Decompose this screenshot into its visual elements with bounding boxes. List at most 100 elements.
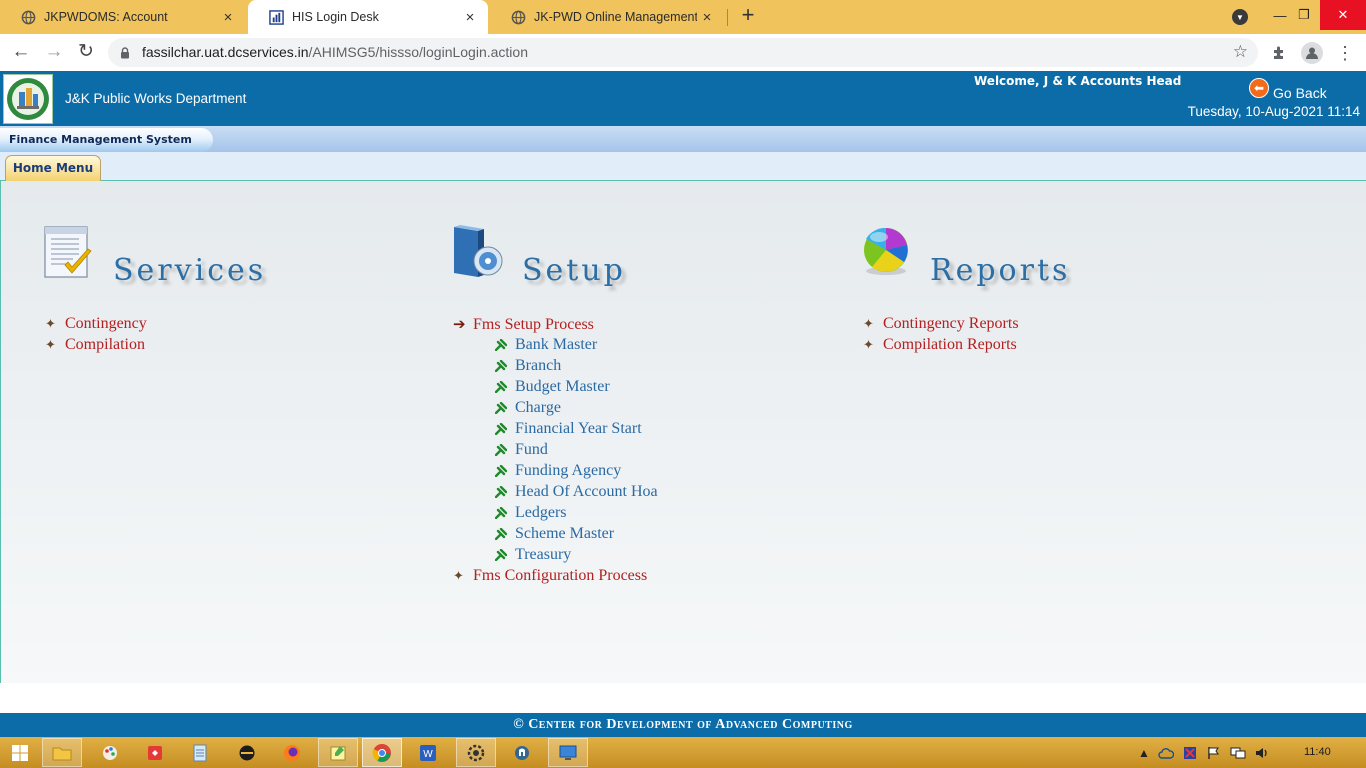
notepad-icon[interactable] — [180, 738, 220, 767]
anydesk-icon[interactable] — [135, 738, 175, 767]
pin-bullet-icon — [494, 359, 515, 373]
reports-title: Reports — [930, 253, 1071, 288]
paint-app-icon[interactable] — [90, 738, 130, 767]
submenu-item-label[interactable]: Head Of Account Hoa — [515, 483, 658, 501]
menu-item-label[interactable]: Compilation Reports — [883, 336, 1017, 354]
extensions-puzzle-icon[interactable] — [1268, 42, 1290, 64]
menu-item-label[interactable]: Contingency — [65, 315, 147, 333]
submenu-item-label[interactable]: Scheme Master — [515, 525, 614, 543]
menu-item-contingency-reports[interactable]: ✦ Contingency Reports — [863, 315, 1019, 333]
menu-item-label[interactable]: Contingency Reports — [883, 315, 1019, 333]
back-arrow-circle-icon[interactable]: ⬅ — [1249, 78, 1269, 98]
remote-desktop-icon[interactable] — [548, 738, 588, 767]
action-center-flag-icon[interactable] — [1206, 745, 1222, 761]
system-bar: Finance Management System — [0, 126, 1366, 152]
close-window-button[interactable]: ✕ — [1320, 0, 1366, 30]
firefox-icon[interactable] — [272, 738, 312, 767]
services-title: Services — [113, 253, 267, 288]
kebab-menu-icon[interactable]: ⋮ — [1334, 42, 1356, 64]
arrow-bullet-icon: ➔ — [453, 317, 466, 333]
word-app-icon[interactable]: W — [408, 738, 448, 767]
taskbar-clock[interactable]: 11:40 — [1304, 746, 1331, 758]
database-elephant-icon[interactable] — [502, 738, 542, 767]
submenu-item-scheme-master[interactable]: Scheme Master — [494, 525, 614, 543]
restore-button[interactable]: ❐ — [1287, 0, 1321, 30]
tray-expand-icon[interactable]: ▲ — [1136, 745, 1152, 761]
volume-speaker-icon[interactable] — [1254, 745, 1270, 761]
menu-item-label[interactable]: Compilation — [65, 336, 145, 354]
profile-avatar-icon[interactable] — [1301, 42, 1323, 64]
current-datetime: Tuesday, 10-Aug-2021 11:14 — [1187, 104, 1360, 119]
url-path: /AHIMSG5/hissso/loginLogin.action — [308, 44, 528, 60]
star-bullet-icon: ✦ — [453, 568, 464, 583]
submenu-item-label[interactable]: Funding Agency — [515, 462, 621, 480]
submenu-item-label[interactable]: Bank Master — [515, 336, 597, 354]
globe-icon — [20, 9, 36, 25]
forward-arrow-icon[interactable]: → — [42, 41, 66, 65]
file-explorer-icon[interactable] — [42, 738, 82, 767]
department-name: J&K Public Works Department — [65, 91, 247, 106]
close-tab-icon[interactable]: × — [697, 9, 717, 26]
submenu-item-ledgers[interactable]: Ledgers — [494, 504, 567, 522]
pin-bullet-icon — [494, 443, 515, 457]
submenu-item-head-of-account[interactable]: Head Of Account Hoa — [494, 483, 658, 501]
network-icon[interactable] — [1230, 745, 1246, 761]
submenu-item-charge[interactable]: Charge — [494, 399, 561, 417]
reload-icon[interactable]: ↻ — [74, 41, 98, 65]
star-bullet-icon: ✦ — [45, 337, 56, 352]
browser-tab-jk-pwd-online[interactable]: JK-PWD Online Management Sys × — [490, 0, 725, 34]
menu-item-label[interactable]: Fms Configuration Process — [473, 567, 647, 585]
browser-tab-jkpwdoms[interactable]: JKPWDOMS: Account × — [0, 0, 246, 34]
menu-item-compilation-reports[interactable]: ✦ Compilation Reports — [863, 336, 1017, 354]
submenu-item-branch[interactable]: Branch — [494, 357, 561, 375]
submenu-item-fund[interactable]: Fund — [494, 441, 548, 459]
menu-item-label[interactable]: Fms Setup Process — [473, 316, 594, 334]
submenu-item-label[interactable]: Financial Year Start — [515, 420, 642, 438]
submenu-item-label[interactable]: Ledgers — [515, 504, 567, 522]
submenu-item-financial-year-start[interactable]: Financial Year Start — [494, 420, 642, 438]
media-player-icon[interactable] — [227, 738, 267, 767]
submenu-item-label[interactable]: Charge — [515, 399, 561, 417]
menu-item-fms-configuration-process[interactable]: ✦ Fms Configuration Process — [453, 567, 647, 585]
close-tab-icon[interactable]: × — [218, 9, 238, 26]
browser-tab-bar: JKPWDOMS: Account × HIS Login Desk × JK-… — [0, 0, 1366, 34]
star-bullet-icon: ✦ — [45, 316, 56, 331]
settings-gear-icon[interactable] — [456, 738, 496, 767]
submenu-item-label[interactable]: Fund — [515, 441, 548, 459]
menu-item-fms-setup-process[interactable]: ➔ Fms Setup Process — [453, 315, 594, 334]
go-back-label[interactable]: Go Back — [1273, 85, 1327, 101]
back-arrow-icon[interactable]: ← — [9, 41, 33, 65]
bookmark-star-icon[interactable]: ☆ — [1233, 42, 1248, 62]
new-tab-button[interactable]: + — [737, 4, 759, 27]
browser-tab-his-login-desk[interactable]: HIS Login Desk × — [248, 0, 488, 34]
submenu-item-budget-master[interactable]: Budget Master — [494, 378, 610, 396]
onedrive-cloud-icon[interactable] — [1158, 745, 1174, 761]
star-bullet-icon: ✦ — [863, 337, 874, 352]
pin-bullet-icon — [494, 548, 515, 562]
submenu-item-funding-agency[interactable]: Funding Agency — [494, 462, 621, 480]
tab-home-menu[interactable]: Home Menu — [5, 155, 101, 182]
svg-text:W: W — [423, 749, 433, 760]
main-content: Services ✦ Contingency ✦ Compilation Set… — [0, 181, 1366, 683]
star-bullet-icon: ✦ — [863, 316, 874, 331]
tab-search-icon[interactable]: ▼ — [1232, 9, 1248, 25]
security-shield-icon[interactable] — [1182, 745, 1198, 761]
menu-item-compilation[interactable]: ✦ Compilation — [45, 336, 145, 354]
go-back-button[interactable]: ⬅ Go Back — [1249, 75, 1327, 101]
submenu-item-bank-master[interactable]: Bank Master — [494, 336, 597, 354]
address-bar[interactable]: fassilchar.uat.dcservices.in/AHIMSG5/his… — [108, 38, 1258, 67]
url-text: fassilchar.uat.dcservices.in/AHIMSG5/his… — [142, 38, 528, 67]
submenu-item-label[interactable]: Treasury — [515, 546, 571, 564]
chrome-icon[interactable] — [362, 738, 402, 767]
system-tab[interactable]: Finance Management System — [0, 128, 213, 152]
sticky-notes-icon[interactable] — [318, 738, 358, 767]
pin-bullet-icon — [494, 422, 515, 436]
menu-item-contingency[interactable]: ✦ Contingency — [45, 315, 147, 333]
windows-start-icon[interactable] — [0, 738, 40, 767]
close-tab-icon[interactable]: × — [460, 9, 480, 26]
submenu-item-treasury[interactable]: Treasury — [494, 546, 571, 564]
submenu-item-label[interactable]: Budget Master — [515, 378, 610, 396]
tab-title: HIS Login Desk — [292, 10, 379, 24]
pin-bullet-icon — [494, 401, 515, 415]
submenu-item-label[interactable]: Branch — [515, 357, 561, 375]
